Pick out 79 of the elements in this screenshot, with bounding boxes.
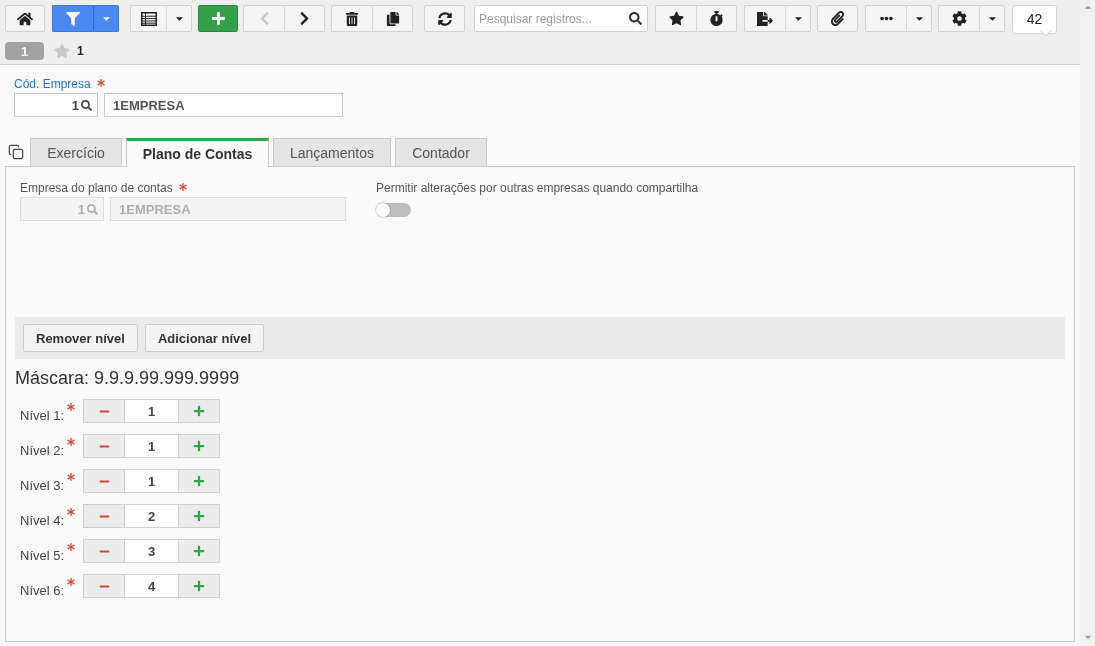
add-button[interactable]: [198, 5, 238, 32]
copy-button[interactable]: [372, 5, 413, 32]
toggle-switch[interactable]: [376, 203, 411, 217]
remove-level-button[interactable]: Remover nível: [23, 324, 138, 352]
field-label: Permitir alterações por outras empresas quando compartilha: [376, 181, 699, 195]
table-view-button[interactable]: [130, 5, 166, 32]
paperclip-icon: [830, 11, 845, 26]
filter-button[interactable]: [52, 5, 93, 32]
decrement-button[interactable]: [83, 399, 125, 423]
settings-button[interactable]: [938, 5, 979, 32]
level-label: Nível 4:: [20, 513, 65, 529]
increment-button[interactable]: [178, 539, 220, 563]
favorite-button[interactable]: [655, 5, 696, 32]
star-icon[interactable]: [54, 43, 70, 59]
increment-button[interactable]: [178, 469, 220, 493]
level-input[interactable]: 1: [125, 434, 178, 458]
attachment-button[interactable]: [817, 5, 858, 32]
search-icon: [81, 99, 92, 111]
tab[interactable]: Contador: [395, 138, 487, 166]
decrement-button[interactable]: [83, 504, 125, 528]
level-label: Nível 1:: [20, 408, 65, 424]
level-label: Nível 3:: [20, 478, 65, 494]
tab[interactable]: Exercício: [30, 138, 122, 166]
plus-icon: [193, 405, 205, 417]
next-button[interactable]: [284, 5, 325, 32]
level-input[interactable]: 2: [125, 504, 178, 528]
level-label: Nível 2:: [20, 443, 65, 459]
more-button[interactable]: [865, 5, 906, 32]
tab[interactable]: Lançamentos: [273, 138, 391, 166]
favorites-count: 1: [77, 44, 84, 58]
copy-icon: [385, 11, 400, 26]
filter-icon: [66, 11, 80, 26]
search-icon[interactable]: [629, 12, 642, 25]
search-field[interactable]: Pesquisar registros...: [474, 5, 648, 32]
decrement-button[interactable]: [83, 574, 125, 598]
name-input[interactable]: 1EMPRESA: [104, 93, 343, 117]
plus-icon: [193, 510, 205, 522]
tab[interactable]: Plano de Contas: [126, 138, 269, 167]
table-icon: [140, 11, 157, 26]
plus-icon: [210, 11, 226, 26]
level-input[interactable]: 1: [125, 399, 178, 423]
level-input[interactable]: 1: [125, 469, 178, 493]
level-input[interactable]: 3: [125, 539, 178, 563]
dropdown-button[interactable]: [93, 5, 119, 32]
decrement-button[interactable]: [83, 469, 125, 493]
level-input[interactable]: 4: [125, 574, 178, 598]
plus-icon: [193, 580, 205, 592]
plus-icon: [193, 475, 205, 487]
stopwatch-icon: [709, 11, 724, 26]
home-button[interactable]: [5, 5, 45, 32]
increment-button[interactable]: [178, 574, 220, 598]
trash-icon: [345, 11, 359, 26]
home-icon: [17, 10, 33, 27]
export-button[interactable]: [744, 5, 785, 32]
scrollbar[interactable]: [1080, 0, 1095, 646]
plus-icon: [193, 440, 205, 452]
file-export-icon: [757, 10, 773, 27]
increment-button[interactable]: [178, 399, 220, 423]
level-label: Nível 5:: [20, 548, 65, 564]
star-icon: [668, 11, 684, 26]
add-level-button[interactable]: Adicionar nível: [144, 324, 265, 352]
increment-button[interactable]: [178, 434, 220, 458]
mask-text: Máscara: 9.9.9.99.999.9999: [15, 367, 241, 389]
search-icon: [87, 203, 98, 215]
plus-icon: [193, 545, 205, 557]
timer-button[interactable]: [696, 5, 737, 32]
decrement-button[interactable]: [83, 539, 125, 563]
field-label: Empresa do plano de contas: [20, 181, 173, 195]
delete-button[interactable]: [331, 5, 372, 32]
refresh-button[interactable]: [424, 5, 465, 32]
copy-icon[interactable]: [8, 144, 24, 160]
increment-button[interactable]: [178, 504, 220, 528]
level-label: Nível 6:: [20, 583, 65, 599]
field-label: Cód. Empresa: [14, 77, 91, 91]
settings-icon: [951, 11, 967, 26]
refresh-icon: [437, 11, 452, 26]
decrement-button[interactable]: [83, 434, 125, 458]
record-count-badge: 42: [1012, 5, 1057, 37]
code-input[interactable]: 1: [14, 93, 98, 117]
